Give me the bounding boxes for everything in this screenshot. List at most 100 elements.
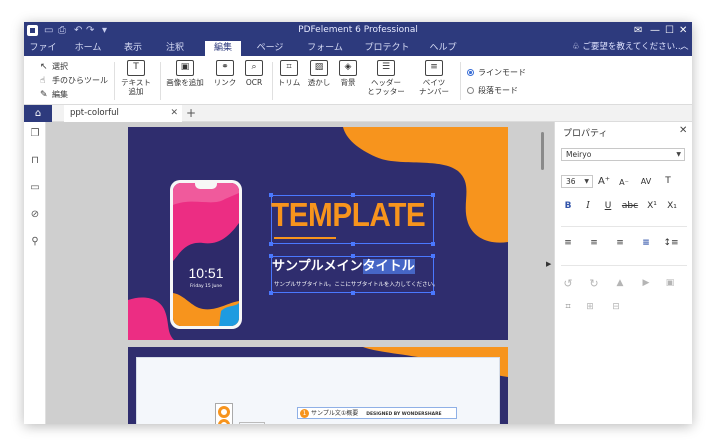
align-left-icon[interactable]: ≡ xyxy=(561,238,575,249)
resize-handle[interactable] xyxy=(351,291,355,295)
subscript-icon[interactable]: X₁ xyxy=(665,201,679,212)
pages-icon[interactable]: ❐ xyxy=(29,128,41,140)
align-objects-icon[interactable]: ⊞ xyxy=(583,302,597,313)
rotate-left-icon[interactable]: ↺ xyxy=(561,278,575,289)
document-tab[interactable]: ppt-colorful ✕ xyxy=(64,105,182,122)
vertical-scrollbar[interactable] xyxy=(540,124,545,424)
resize-handle[interactable] xyxy=(351,242,355,246)
menu-home[interactable]: ホーム xyxy=(72,41,104,56)
italic-icon[interactable]: I xyxy=(581,201,595,212)
add-tab-button[interactable]: + xyxy=(186,105,196,121)
menu-bar: ファイル ホーム 表示 注釈 編集 ページ フォーム プロテクト ヘルプ ♧ ご… xyxy=(24,39,692,67)
add-image-button[interactable]: ▣ 画像を追加 xyxy=(164,60,206,87)
menu-file[interactable]: ファイル xyxy=(26,41,60,67)
slide-page-1[interactable]: 10:51 Friday 15 June TEMPLATE サンプルメインタイト… xyxy=(128,127,508,340)
header-footer-button[interactable]: ☰ ヘッダー とフッター xyxy=(364,60,408,96)
resize-handle[interactable] xyxy=(431,193,435,197)
link-button[interactable]: ⚭ リンク xyxy=(212,60,238,87)
select-tool[interactable]: ↖ 選択 xyxy=(40,62,68,73)
watermark-icon: ▨ xyxy=(310,60,328,76)
align-center-icon[interactable]: ≡ xyxy=(587,238,601,249)
slide2-heading[interactable]: 1 サンプル文①概要 DESIGNED BY WONDERSHARE xyxy=(297,407,457,419)
attachment-icon[interactable]: ⊘ xyxy=(29,209,41,221)
resize-handle[interactable] xyxy=(269,254,273,258)
maximize-button[interactable]: ☐ xyxy=(665,24,674,37)
minimize-button[interactable]: — xyxy=(650,24,660,37)
resize-handle[interactable] xyxy=(351,254,355,258)
background-label: 背景 xyxy=(340,78,356,87)
resize-handle[interactable] xyxy=(269,291,273,295)
menu-page[interactable]: ページ xyxy=(254,41,286,56)
align-right-icon[interactable]: ≡ xyxy=(613,238,627,249)
background-button[interactable]: ◈ 背景 xyxy=(336,60,360,87)
radio-dot xyxy=(467,87,474,94)
scrollbar-thumb[interactable] xyxy=(541,132,544,170)
line-mode-label: ラインモード xyxy=(478,68,526,77)
superscript-icon[interactable]: X¹ xyxy=(645,201,659,212)
flip-horizontal-icon[interactable]: ▶ xyxy=(639,278,653,289)
paragraph-mode-radio[interactable]: 段落モード xyxy=(467,86,518,96)
font-size-select[interactable]: 36 ▼ xyxy=(561,175,593,188)
close-panel-icon[interactable]: ✕ xyxy=(679,125,687,136)
justify-icon[interactable]: ≡ xyxy=(639,238,653,249)
edit-tool[interactable]: ✎ 編集 xyxy=(40,90,68,101)
trim-button[interactable]: ⌗ トリム xyxy=(276,60,302,87)
underline-icon[interactable]: U xyxy=(601,201,615,212)
image-icon: ▣ xyxy=(176,60,194,76)
slide-title[interactable]: TEMPLATE xyxy=(271,197,426,233)
add-text-label-2: 追加 xyxy=(128,87,144,96)
menu-help[interactable]: ヘルプ xyxy=(428,41,458,56)
rotate-right-icon[interactable]: ↻ xyxy=(587,278,601,289)
slide2-item-number: 1 xyxy=(300,409,309,418)
menu-protect[interactable]: プロテクト xyxy=(364,41,410,56)
flip-vertical-icon[interactable]: ▲ xyxy=(613,278,627,289)
slide-page-2[interactable]: 1 サンプル文①概要 DESIGNED BY WONDERSHARE xyxy=(128,347,508,424)
line-spacing-icon[interactable]: ↕≡ xyxy=(661,238,681,249)
strikethrough-icon[interactable]: abc xyxy=(619,201,641,212)
replace-image-icon[interactable]: ▣ xyxy=(663,278,677,289)
collapse-right-panel-icon[interactable]: ▶ xyxy=(546,260,551,268)
comment-icon[interactable]: ▭ xyxy=(29,182,41,194)
menu-edit[interactable]: 編集 xyxy=(205,41,241,56)
bookmark-icon[interactable]: ⊓ xyxy=(29,155,41,167)
menu-comment[interactable]: 注釈 xyxy=(162,41,188,56)
resize-handle[interactable] xyxy=(431,291,435,295)
resize-handle[interactable] xyxy=(269,242,273,246)
distribute-objects-icon[interactable]: ⊟ xyxy=(609,302,623,313)
resize-handle[interactable] xyxy=(431,242,435,246)
title-underline xyxy=(274,237,336,239)
bates-label-2: ナンバー xyxy=(419,87,449,96)
subtitle-selected-text: タイトル xyxy=(362,259,415,274)
hand-tool[interactable]: ☝ 手のひらツール xyxy=(40,76,108,87)
watermark-button[interactable]: ▨ 透かし xyxy=(306,60,332,87)
phone-date: Friday 15 June xyxy=(189,284,223,289)
chevron-down-icon: ▼ xyxy=(584,178,589,185)
ocr-button[interactable]: ⌕ OCR xyxy=(242,60,266,87)
cursor-icon: ↖ xyxy=(40,62,48,72)
slide-subtext[interactable]: サンプルサブタイトル。ここにサブタイトルを入力してください。 xyxy=(274,282,439,289)
character-spacing-icon[interactable]: AV xyxy=(637,176,655,187)
font-family-select[interactable]: Meiryo ▼ xyxy=(561,148,685,161)
search-icon[interactable]: ⚲ xyxy=(29,236,41,248)
menu-form[interactable]: フォーム xyxy=(305,41,345,56)
document-canvas[interactable]: 10:51 Friday 15 June TEMPLATE サンプルメインタイト… xyxy=(46,122,554,424)
tell-me-search[interactable]: ♧ ご要望を教えてください... xyxy=(572,42,683,53)
collapse-ribbon-icon[interactable]: ︿ xyxy=(680,42,689,53)
slide-subtitle[interactable]: サンプルメインタイトル xyxy=(272,259,415,275)
crop-image-icon[interactable]: ⌗ xyxy=(561,302,575,313)
bates-number-button[interactable]: ≡ ベイツ ナンバー xyxy=(416,60,452,96)
mail-icon[interactable]: ✉ xyxy=(634,24,642,37)
increase-font-icon[interactable]: A⁺ xyxy=(597,176,611,187)
text-format-icon[interactable]: T xyxy=(661,176,675,187)
bold-icon[interactable]: B xyxy=(561,201,575,212)
home-tab[interactable]: ⌂ xyxy=(24,105,52,122)
line-mode-radio[interactable]: ラインモード xyxy=(467,68,526,78)
window-title: PDFelement 6 Professional xyxy=(298,25,418,35)
close-window-button[interactable]: ✕ xyxy=(679,24,687,37)
decrease-font-icon[interactable]: A⁻ xyxy=(617,177,631,188)
close-tab-icon[interactable]: ✕ xyxy=(170,105,178,122)
resize-handle[interactable] xyxy=(431,254,435,258)
add-text-button[interactable]: T テキスト 追加 xyxy=(118,60,154,96)
tell-me-text: ご要望を教えてください... xyxy=(582,42,684,52)
menu-view[interactable]: 表示 xyxy=(120,41,146,56)
